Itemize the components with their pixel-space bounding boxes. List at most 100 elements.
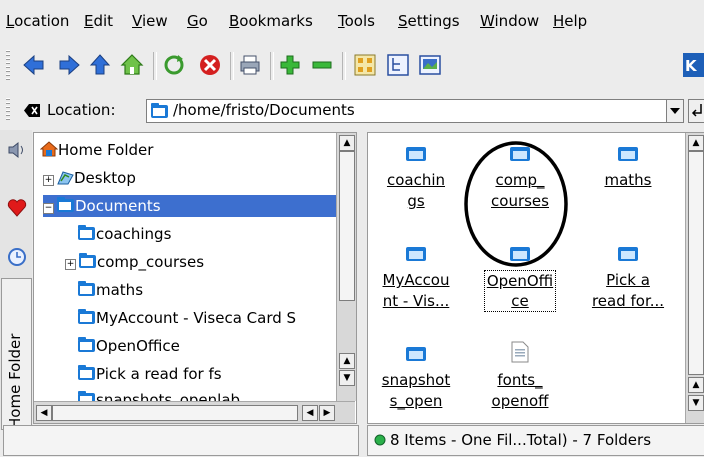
home-icon[interactable] — [120, 53, 144, 77]
reload-icon[interactable] — [162, 53, 186, 77]
toolbar-grip[interactable] — [6, 50, 10, 82]
scroll-left-button[interactable]: ◀ — [36, 405, 52, 421]
home-folder-icon — [39, 141, 59, 157]
file-item[interactable]: Pick a read for... — [588, 245, 668, 312]
tree-item-pick-a-read[interactable]: Pick a read for fs — [78, 363, 222, 385]
kde-logo-icon[interactable]: K — [683, 53, 704, 77]
tree-item-label: Desktop — [74, 169, 136, 187]
menu-go[interactable]: Go — [187, 12, 208, 30]
tree-item-comp-courses[interactable]: + comp_courses — [65, 251, 204, 273]
tree-horizontal-scrollbar[interactable]: ◀ ◀ ▶ — [34, 401, 355, 423]
folder-icon — [78, 365, 95, 380]
scroll-left-button[interactable]: ◀ — [302, 405, 318, 421]
status-text: 8 Items - One Fil...Total) - 7 Folders — [390, 431, 652, 449]
folder-icon — [406, 145, 426, 161]
scroll-up-button[interactable]: ▲ — [339, 353, 355, 369]
tree-item-coachings[interactable]: coachings — [78, 223, 171, 245]
status-led-icon — [374, 434, 386, 446]
enter-icon — [691, 104, 702, 117]
location-input[interactable]: /home/fristo/Documents — [146, 99, 667, 123]
menu-bookmarks[interactable]: Bookmarks — [229, 12, 313, 30]
scroll-thumb[interactable] — [339, 151, 355, 301]
folder-icon — [618, 245, 638, 261]
bookmark-heart-icon[interactable] — [7, 198, 27, 218]
tree-item-home-folder[interactable]: Home Folder — [39, 139, 153, 161]
tree-item-label: OpenOffice — [96, 337, 180, 355]
scroll-up-button[interactable]: ▲ — [688, 135, 704, 151]
zoom-in-icon[interactable] — [278, 53, 302, 77]
toolbar-separator — [230, 52, 234, 80]
tree-item-label: Pick a read for fs — [96, 365, 222, 383]
file-item-label: s_open — [389, 392, 443, 410]
tree-item-label: maths — [96, 281, 144, 299]
zoom-out-icon[interactable] — [310, 53, 334, 77]
file-item[interactable]: MyAccou nt - Vis... — [376, 245, 456, 312]
sidebar-tab-home-folder[interactable]: Home Folder — [1, 278, 32, 430]
annotation-circle — [464, 141, 568, 267]
toolbar-separator — [153, 52, 157, 80]
tree-item-label: coachings — [96, 225, 172, 243]
folder-icon — [79, 253, 96, 268]
history-clock-icon[interactable] — [7, 247, 27, 267]
tree-item-label: MyAccount - Viseca Card S — [96, 309, 297, 327]
scroll-up-button[interactable]: ▲ — [339, 135, 355, 151]
toolbar-separator — [342, 52, 346, 80]
file-item-label: read for... — [591, 292, 665, 310]
tree-item-myaccount[interactable]: MyAccount - Viseca Card S — [78, 307, 296, 329]
menu-view[interactable]: View — [132, 12, 168, 30]
file-item-label: fonts_ — [497, 371, 543, 389]
menu-window[interactable]: Window — [480, 12, 539, 30]
folder-icon — [151, 103, 168, 118]
folder-icon — [406, 245, 426, 261]
file-item[interactable]: snapshot s_open — [376, 345, 456, 412]
file-item-label: OpenOffi — [486, 272, 554, 290]
scroll-thumb[interactable] — [688, 151, 704, 375]
desktop-icon — [57, 171, 74, 185]
go-button[interactable] — [688, 99, 704, 123]
location-value: /home/fristo/Documents — [173, 101, 355, 119]
toolbar-grip[interactable] — [6, 98, 10, 122]
collapse-icon[interactable]: − — [43, 203, 54, 214]
file-item[interactable]: fonts_ openoff — [480, 341, 560, 412]
scroll-up-button[interactable]: ▲ — [688, 377, 704, 393]
tree-view-icon[interactable] — [386, 53, 410, 77]
expand-icon[interactable]: + — [43, 175, 54, 186]
focused-item-label: OpenOffi ce — [483, 270, 557, 312]
tree-vertical-scrollbar[interactable]: ▲ ▲ ▼ — [336, 133, 356, 401]
scroll-down-button[interactable]: ▼ — [688, 395, 704, 411]
folder-icon — [78, 225, 95, 240]
menu-edit[interactable]: Edit — [84, 12, 113, 30]
up-icon[interactable] — [88, 53, 112, 77]
file-item[interactable]: coachin gs — [376, 145, 456, 212]
tree-item-openoffice[interactable]: OpenOffice — [78, 335, 180, 357]
image-view-icon[interactable] — [418, 53, 442, 77]
menu-tools[interactable]: Tools — [338, 12, 375, 30]
file-item[interactable]: maths — [588, 145, 668, 191]
tree-item-documents[interactable]: − Documents — [43, 195, 337, 217]
file-item-label: ce — [511, 292, 529, 310]
stop-icon[interactable] — [198, 53, 222, 77]
forward-icon[interactable] — [57, 53, 81, 77]
print-icon[interactable] — [238, 53, 262, 77]
file-item-label: Pick a — [606, 271, 650, 289]
menu-location[interactable]: Location — [6, 12, 69, 30]
back-icon[interactable] — [22, 53, 46, 77]
speaker-icon[interactable] — [7, 140, 27, 160]
icon-view-icon[interactable] — [353, 53, 377, 77]
toolbar-separator — [270, 52, 274, 80]
scroll-right-button[interactable]: ▶ — [319, 405, 335, 421]
menu-help[interactable]: Help — [553, 12, 587, 30]
expand-icon[interactable]: + — [65, 259, 76, 270]
location-history-dropdown[interactable] — [666, 99, 684, 123]
status-bar-right: 8 Items - One Fil...Total) - 7 Folders — [367, 425, 704, 456]
scroll-thumb[interactable] — [52, 405, 298, 421]
icon-view-vertical-scrollbar[interactable]: ▲ ▲ ▼ — [685, 133, 704, 423]
document-icon — [511, 341, 529, 363]
scroll-down-button[interactable]: ▼ — [339, 370, 355, 386]
tree-item-desktop[interactable]: + Desktop — [43, 167, 136, 189]
folder-icon — [406, 345, 426, 361]
clear-location-icon[interactable] — [24, 104, 40, 117]
location-label: Location: — [47, 101, 116, 119]
tree-item-maths[interactable]: maths — [78, 279, 143, 301]
menu-settings[interactable]: Settings — [398, 12, 460, 30]
